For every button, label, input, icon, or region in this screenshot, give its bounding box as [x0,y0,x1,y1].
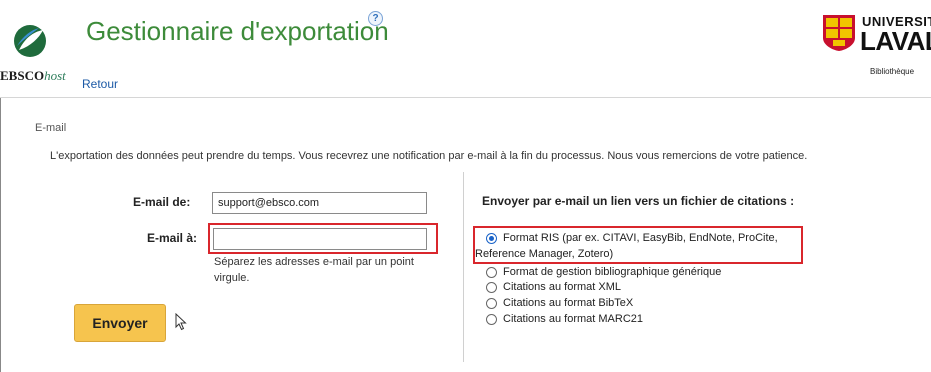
format-option-label: Format de gestion bibliographique généri… [503,266,722,278]
export-notice: L'exportation des données peut prendre d… [50,150,808,162]
format-option-label: Citations au format BibTeX [503,297,634,309]
ris-option-highlight [473,226,803,264]
from-email-label: E-mail de: [133,195,191,209]
format-option-generic[interactable]: Format de gestion bibliographique généri… [486,266,721,278]
laval-shield-icon [823,15,855,51]
column-divider [463,172,464,362]
email-separator-hint: Séparez les adresses e-mail par un point… [214,256,414,284]
to-email-highlight [208,223,438,254]
header: EBSCOhost Gestionnaire d'exportation ? R… [0,0,931,97]
brand-name: EBSCO [0,68,45,83]
format-option-label: Citations au format MARC21 [503,313,643,325]
formats-title: Envoyer par e-mail un lien vers un fichi… [482,194,795,208]
mouse-pointer-icon [175,313,187,331]
institution-name: LAVAL [860,26,931,56]
radio-icon[interactable] [486,282,497,293]
brand-suffix: host [44,68,66,83]
to-email-label: E-mail à: [147,231,198,245]
institution-unit: Bibliothèque [870,67,915,76]
format-option-bibtex[interactable]: Citations au format BibTeX [486,297,633,309]
format-option-label: Citations au format XML [503,281,621,293]
ebsco-wordmark: EBSCOhost [0,68,66,84]
radio-icon[interactable] [486,314,497,325]
ebsco-logo-icon [14,25,46,57]
from-email-field[interactable] [212,192,427,214]
section-label: E-mail [35,122,67,134]
back-link[interactable]: Retour [82,77,118,91]
format-option-xml[interactable]: Citations au format XML [486,281,621,293]
header-divider [0,97,931,98]
format-option-marc21[interactable]: Citations au format MARC21 [486,313,643,325]
radio-icon[interactable] [486,298,497,309]
help-icon[interactable]: ? [368,11,383,26]
radio-icon[interactable] [486,267,497,278]
send-button[interactable]: Envoyer [74,304,166,342]
page-title: Gestionnaire d'exportation [86,16,389,46]
